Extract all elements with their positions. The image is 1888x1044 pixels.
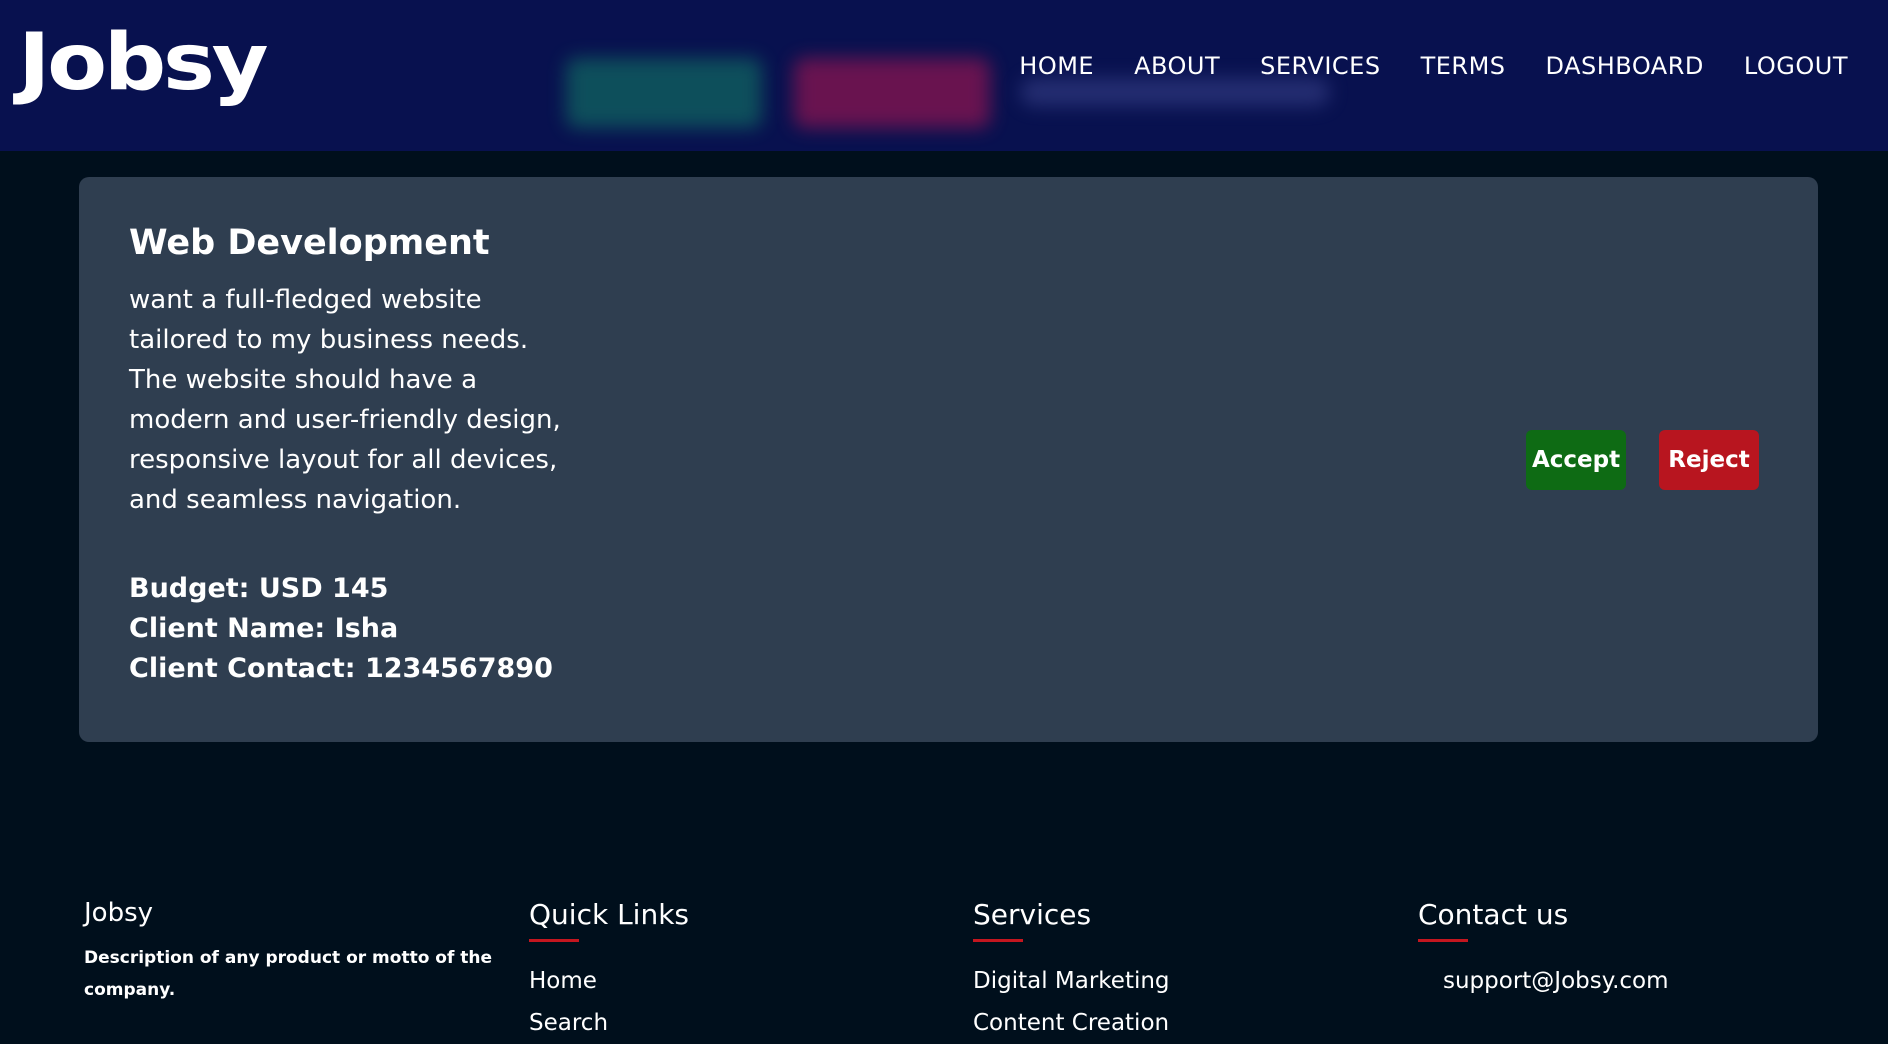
blurred-button-teal <box>566 58 762 128</box>
heading-underline <box>973 939 1023 942</box>
contact-heading: Contact us <box>1418 898 1569 931</box>
job-card: Web Development want a full-fledged webs… <box>79 177 1818 742</box>
nav-about[interactable]: ABOUT <box>1134 52 1220 80</box>
reject-button[interactable]: Reject <box>1659 430 1759 490</box>
client-name: Client Name: Isha <box>129 613 399 644</box>
job-description: want a full-fledged website tailored to … <box>129 285 561 515</box>
blurred-bar <box>1020 78 1330 106</box>
nav-services[interactable]: SERVICES <box>1260 52 1380 80</box>
nav-logout[interactable]: LOGOUT <box>1744 52 1848 80</box>
footer-contact: Contact us support@Jobsy.com <box>1418 898 1669 1002</box>
site-logo[interactable]: Jobsy <box>18 24 269 102</box>
nav-home[interactable]: HOME <box>1019 52 1094 80</box>
footer-link-home[interactable]: Home <box>529 960 689 1002</box>
job-meta: Budget: USD 145 Client Name: Isha Client… <box>129 569 553 689</box>
client-contact: Client Contact: 1234567890 <box>129 653 553 684</box>
footer-brand-title: Jobsy <box>84 898 154 928</box>
footer-link-search[interactable]: Search <box>529 1002 689 1044</box>
nav-dashboard[interactable]: DASHBOARD <box>1546 52 1704 80</box>
main-nav: HOME ABOUT SERVICES TERMS DASHBOARD LOGO… <box>1019 52 1848 80</box>
footer-brand-description: Description of any product or motto of t… <box>84 948 493 1000</box>
footer-link-digital-marketing[interactable]: Digital Marketing <box>973 960 1170 1002</box>
blurred-button-pink <box>794 58 990 128</box>
footer-quick-links: Quick Links Home Search <box>529 898 689 1044</box>
job-title: Web Development <box>129 223 490 263</box>
job-budget: Budget: USD 145 <box>129 573 389 604</box>
footer-brand: Jobsy Description of any product or mott… <box>84 898 504 1006</box>
quick-links-heading: Quick Links <box>529 898 690 931</box>
heading-underline <box>1418 939 1468 942</box>
services-heading: Services <box>973 898 1092 931</box>
footer-link-content-creation[interactable]: Content Creation <box>973 1002 1170 1044</box>
accept-button[interactable]: Accept <box>1526 430 1626 490</box>
site-header: Jobsy HOME ABOUT SERVICES TERMS DASHBOAR… <box>0 0 1888 151</box>
contact-email-link[interactable]: support@Jobsy.com <box>1418 960 1669 1002</box>
heading-underline <box>529 939 579 942</box>
footer-services: Services Digital Marketing Content Creat… <box>973 898 1170 1044</box>
nav-terms[interactable]: TERMS <box>1421 52 1506 80</box>
